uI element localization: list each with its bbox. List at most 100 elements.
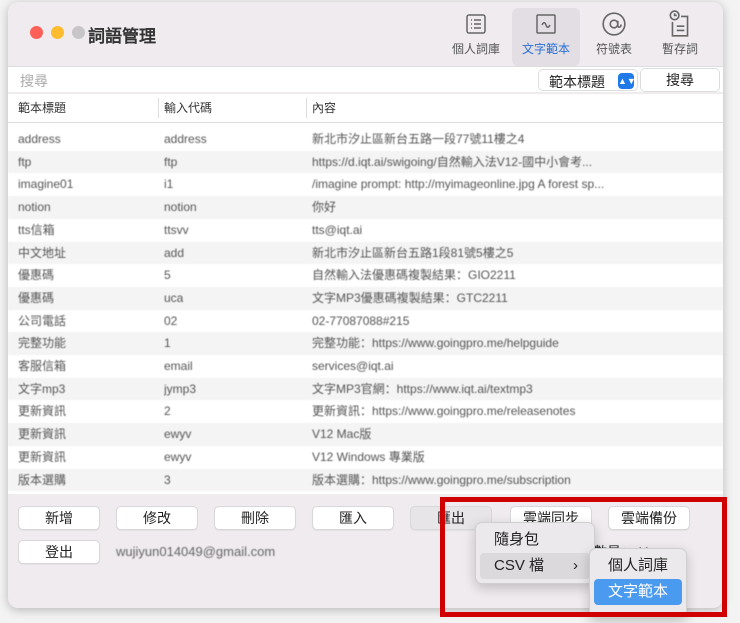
tab-label: 文字範本 (521, 42, 570, 56)
search-input[interactable]: 搜尋 (10, 69, 530, 91)
edit-button[interactable]: 修改 (116, 506, 198, 530)
column-header-code[interactable]: 輸入代碼 (164, 94, 212, 122)
row-title: tts信箱 (18, 222, 55, 237)
waveform-icon (512, 8, 580, 40)
table-row[interactable]: 公司電話 02 02-77087088#215 (8, 310, 723, 333)
close-button[interactable] (30, 26, 43, 39)
row-code: jymp3 (164, 381, 197, 396)
row-content: https://d.iqt.ai/swigoing/自然輸入法V12-國中小會考… (312, 154, 593, 169)
row-code: ttsvv (164, 222, 189, 237)
row-title: 公司電話 (18, 313, 67, 328)
row-code: address (164, 132, 207, 146)
row-content: 02-77087088#215 (312, 313, 410, 328)
window-controls (30, 26, 85, 39)
row-code: uca (164, 290, 184, 305)
tab-symbols[interactable]: 符號表 (580, 8, 648, 66)
table-row[interactable]: 完整功能 1 完整功能：https://www.goingpro.me/helpgu… (8, 332, 723, 355)
row-code: ewyv (164, 427, 192, 442)
table-row[interactable]: 中文地址 add 新北市汐止區新台五路1段81號5樓之5 (8, 241, 723, 265)
table-row[interactable]: 文字mp3 jymp3 文字MP3官網：https://www.iqt.ai/tex… (8, 377, 723, 401)
tab-personal-dictionary[interactable]: 個人詞庫 (442, 8, 510, 66)
table-row[interactable]: 版本選購 3 版本選購：https://www.goingpro.me/subscr… (8, 468, 723, 492)
row-code: add (164, 245, 185, 260)
tab-label: 符號表 (595, 42, 632, 56)
column-header-content[interactable]: 內容 (312, 94, 336, 122)
row-code: i1 (164, 177, 174, 192)
row-content: 文字MP3優惠碼複製結果：GTC2211 (312, 290, 508, 305)
table-row[interactable]: tts信箱 ttsvv tts@iqt.ai (8, 219, 723, 242)
row-code: 1 (164, 336, 171, 351)
row-code: 5 (164, 268, 171, 283)
table-row[interactable]: 更新資訊 2 更新資訊：https://www.goingpro.me/releas… (8, 400, 723, 423)
row-content: 版本選購：https://www.goingpro.me/subscriptio… (312, 472, 571, 487)
highlight-box (440, 497, 727, 617)
delete-button[interactable]: 刪除 (214, 506, 296, 530)
account-email: wujiyun014049@gmail.com (116, 544, 276, 559)
row-title: address (18, 132, 61, 146)
import-button[interactable]: 匯入 (312, 506, 394, 530)
row-content: 你好 (312, 200, 337, 215)
row-content: 更新資訊：https://www.goingpro.me/releasenote… (312, 404, 576, 419)
row-title: ftp (18, 154, 32, 169)
column-divider (306, 98, 307, 118)
header-divider (8, 122, 723, 123)
tab-label: 暫存詞 (661, 42, 698, 56)
row-content: 新北市汐止區新台五路一段77號11樓之4 (312, 132, 525, 146)
list-icon (442, 8, 510, 40)
table-row[interactable]: imagine01 i1/imagine prompt: http://myima… (8, 173, 723, 196)
table-row[interactable]: notion notion 你好 (8, 196, 723, 219)
row-content: tts@iqt.ai (312, 222, 363, 237)
search-field-select[interactable]: 範本標題 ▲▼ (538, 69, 638, 91)
row-title: notion (18, 200, 51, 215)
table-row[interactable]: 優惠碼 5 自然輸入法優惠碼複製結果：GIO2211 (8, 264, 723, 287)
column-header-title[interactable]: 範本標題 (18, 94, 66, 122)
row-title: 完整功能 (18, 336, 67, 351)
table-row[interactable]: 更新資訊 ewyv V12 Windows 專業版 (8, 446, 723, 469)
row-code: 3 (164, 472, 171, 487)
table-row[interactable]: 客服信箱 email services@iqt.ai (8, 355, 723, 378)
window-title: 詞語管理 (88, 27, 156, 46)
row-content: 自然輸入法優惠碼複製結果：GIO2211 (312, 268, 516, 283)
zoom-button[interactable] (72, 26, 85, 39)
row-content: /imagine prompt: http://myimageonline.jp… (312, 177, 605, 192)
column-divider (158, 98, 159, 118)
tab-temp-words[interactable]: 暫存詞 (646, 8, 714, 66)
row-title: 中文地址 (18, 245, 67, 260)
row-title: 版本選購 (18, 472, 67, 487)
search-bar: 搜尋 範本標題 ▲▼ 搜尋 (8, 66, 723, 92)
table-row[interactable]: 優惠碼 uca 文字MP3優惠碼複製結果：GTC2211 (8, 286, 723, 310)
row-title: 優惠碼 (18, 268, 55, 283)
row-code: email (164, 359, 193, 373)
clipboard-clock-icon (646, 8, 714, 40)
table-row[interactable]: 更新資訊 ewyv V12 Mac版 (8, 423, 723, 446)
row-title: 更新資訊 (18, 404, 67, 419)
at-icon (580, 8, 648, 40)
table-row[interactable]: ftp ftp https://d.iqt.ai/swigoing/自然輸入法V12… (8, 150, 723, 174)
row-content: services@iqt.ai (312, 359, 394, 373)
row-content: V12 Mac版 (312, 427, 372, 442)
logout-button[interactable]: 登出 (18, 540, 100, 564)
row-content: V12 Windows 專業版 (312, 449, 425, 464)
minimize-button[interactable] (51, 26, 64, 39)
tab-label: 個人詞庫 (451, 42, 500, 56)
search-field-value: 範本標題 (549, 74, 605, 90)
row-title: 優惠碼 (18, 290, 55, 305)
row-title: 文字mp3 (18, 381, 66, 396)
row-content: 文字MP3官網：https://www.iqt.ai/textmp3 (312, 381, 533, 396)
row-title: 更新資訊 (18, 427, 67, 442)
row-code: ewyv (164, 449, 192, 464)
row-code: notion (164, 200, 197, 215)
row-title: 更新資訊 (18, 449, 67, 464)
add-button[interactable]: 新增 (18, 506, 100, 530)
search-button[interactable]: 搜尋 (640, 68, 720, 92)
row-code: ftp (164, 154, 178, 169)
row-content: 新北市汐止區新台五路1段81號5樓之5 (312, 245, 514, 260)
row-title: 客服信箱 (18, 359, 67, 373)
chevron-updown-icon: ▲▼ (618, 73, 636, 89)
tab-text-templates[interactable]: 文字範本 (512, 8, 580, 66)
templates-table: 範本標題 輸入代碼 內容 address address 新北市汐止區新台五路一段7… (8, 94, 723, 494)
table-row[interactable]: address address 新北市汐止區新台五路一段77號11樓之4 (8, 128, 723, 151)
row-content: 完整功能：https://www.goingpro.me/helpguide (312, 336, 559, 351)
row-code: 2 (164, 404, 171, 419)
row-title: imagine01 (18, 177, 74, 192)
